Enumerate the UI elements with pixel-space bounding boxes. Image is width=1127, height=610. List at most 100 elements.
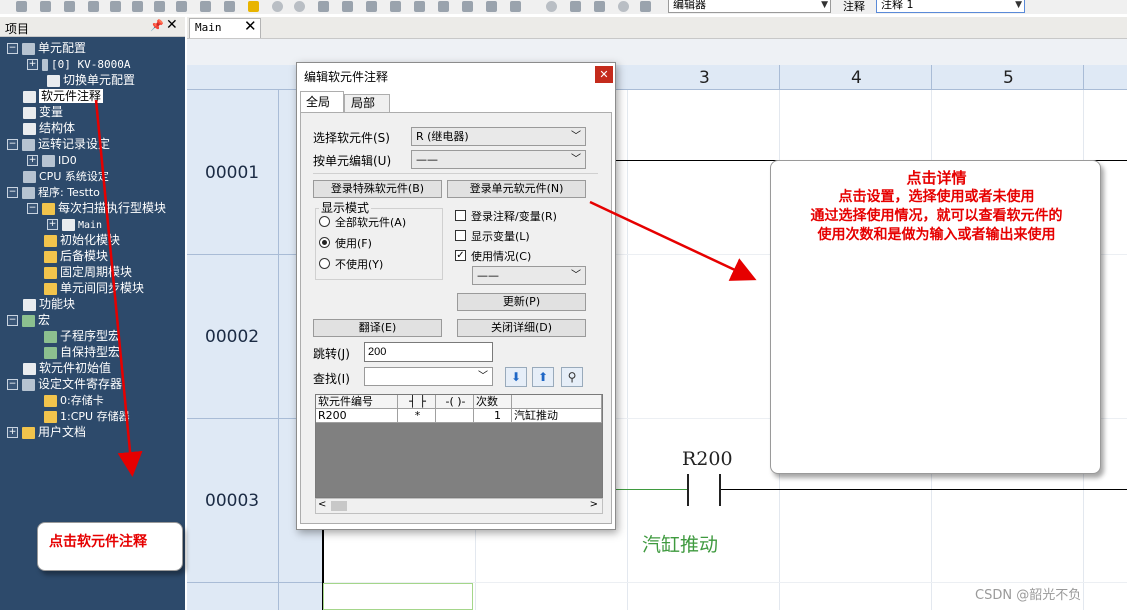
tree-item-memory-card[interactable]: 0:存储卡 (44, 392, 104, 408)
expand-icon[interactable]: + (47, 219, 58, 230)
tab-local[interactable]: 局部 (344, 94, 390, 112)
tree-item-scan-module[interactable]: − 每次扫描执行型模块 (27, 200, 166, 216)
tree-item-cpu-memory[interactable]: 1:CPU 存储器 (44, 408, 130, 424)
collapse-icon[interactable]: − (7, 43, 18, 54)
table-cell[interactable] (436, 409, 474, 423)
toolbar-tool-icon[interactable] (88, 1, 99, 12)
tree-item-unit-sync-module[interactable]: 单元间同步模块 (44, 280, 144, 296)
register-unit-device-button[interactable]: 登录单元软元件(N) (447, 180, 586, 198)
toolbar-tool-icon[interactable] (110, 1, 121, 12)
tree-item-init-module[interactable]: 初始化模块 (44, 232, 120, 248)
tree-item-device-init[interactable]: 软元件初始值 (23, 360, 111, 376)
toolbar-tool-icon[interactable] (594, 1, 605, 12)
checkbox-register-comment[interactable] (455, 210, 466, 221)
toolbar-tool-icon[interactable] (570, 1, 581, 12)
tree-item-main[interactable]: + Main (47, 216, 102, 232)
tab-global[interactable]: 全局 (300, 91, 344, 112)
toolbar-tool-icon[interactable] (132, 1, 143, 12)
tree-item-struct[interactable]: 结构体 (23, 120, 75, 136)
record-icon[interactable] (272, 1, 283, 12)
binoculars-icon[interactable]: ⚲ (561, 367, 583, 387)
step-icon[interactable] (390, 1, 401, 12)
comment-select[interactable]: 注释 1 ▼ (876, 0, 1025, 13)
tree-item-user-docs[interactable]: + 用户文档 (7, 424, 86, 440)
expand-icon[interactable]: + (7, 427, 18, 438)
scroll-right-icon[interactable]: > (590, 499, 598, 510)
close-icon[interactable]: ✕ (244, 17, 257, 35)
tree-item-function-block[interactable]: 功能块 (23, 296, 75, 312)
unit-edit-dropdown[interactable]: —— ﹀ (411, 150, 586, 169)
step-icon[interactable] (510, 1, 521, 12)
translate-button[interactable]: 翻译(E) (313, 319, 442, 337)
radio-all-devices[interactable] (319, 216, 330, 227)
scroll-left-icon[interactable]: < (318, 499, 326, 510)
contact-symbol[interactable] (687, 474, 689, 506)
toolbar-tool-icon[interactable] (16, 1, 27, 12)
tree-item-file-register[interactable]: − 设定文件寄存器 (7, 376, 122, 392)
close-icon[interactable]: ✕ (595, 66, 613, 83)
tree-item-device-comment[interactable]: 软元件注释 (23, 88, 104, 104)
tree-item-fixed-cycle-module[interactable]: 固定周期模块 (44, 264, 132, 280)
pin-icon[interactable]: 📌 (150, 19, 164, 32)
tree-item-unit-config[interactable]: − 单元配置 (7, 40, 86, 56)
collapse-icon[interactable]: − (27, 203, 38, 214)
tree-item-variable[interactable]: 变量 (23, 104, 63, 120)
select-device-dropdown[interactable]: R (继电器) ﹀ (411, 127, 586, 146)
find-down-icon[interactable]: ⬇ (505, 367, 527, 387)
expand-icon[interactable]: + (27, 59, 38, 70)
table-cell[interactable]: 1 (474, 409, 512, 423)
checkbox-usage[interactable]: ✓ (455, 250, 466, 261)
collapse-icon[interactable]: − (7, 315, 18, 326)
tree-item-macro[interactable]: − 宏 (7, 312, 50, 328)
tree-item-subroutine-macro[interactable]: 子程序型宏 (44, 328, 120, 344)
scroll-thumb[interactable] (331, 501, 347, 511)
clock-icon[interactable] (618, 1, 629, 12)
usage-dropdown[interactable]: —— ﹀ (472, 266, 586, 285)
toolbar-tool-icon[interactable] (176, 1, 187, 12)
step-icon[interactable] (414, 1, 425, 12)
tree-item-program[interactable]: − 程序: Testto (7, 184, 100, 200)
tree-item-kv8000a[interactable]: + [0] KV-8000A (27, 56, 130, 72)
collapse-icon[interactable]: − (7, 187, 18, 198)
radio-unused[interactable] (319, 258, 330, 269)
tree-item-backup-module[interactable]: 后备模块 (44, 248, 108, 264)
toolbar-tool-icon[interactable] (154, 1, 165, 12)
editor-select[interactable]: 编辑器 ▼ (668, 0, 831, 13)
toolbar-tool-icon[interactable] (40, 1, 51, 12)
record-icon[interactable] (294, 1, 305, 12)
table-cell[interactable]: * (398, 409, 436, 423)
step-icon[interactable] (486, 1, 497, 12)
expand-icon[interactable]: + (27, 155, 38, 166)
tree-item-self-hold-macro[interactable]: 自保持型宏 (44, 344, 120, 360)
find-input[interactable]: ﹀ (364, 367, 493, 386)
toolbar-tool-icon[interactable] (640, 1, 651, 12)
play-icon[interactable] (318, 1, 329, 12)
collapse-icon[interactable]: − (7, 139, 18, 150)
step-icon[interactable] (438, 1, 449, 12)
checkbox-show-variable[interactable] (455, 230, 466, 241)
jump-input[interactable] (364, 342, 493, 362)
step-icon[interactable] (462, 1, 473, 12)
collapse-icon[interactable]: − (7, 379, 18, 390)
toolbar-tool-icon[interactable] (200, 1, 211, 12)
table-cell[interactable]: 汽缸推动 (512, 409, 602, 423)
monitor-icon[interactable] (546, 1, 557, 12)
find-up-icon[interactable]: ⬆ (532, 367, 554, 387)
editor-cursor[interactable] (323, 583, 473, 610)
radio-used[interactable] (319, 237, 330, 248)
horizontal-scrollbar[interactable]: < > (315, 498, 603, 514)
toolbar-tool-icon[interactable] (64, 1, 75, 12)
table-cell[interactable]: R200 (316, 409, 398, 423)
update-button[interactable]: 更新(P) (457, 293, 586, 311)
close-icon[interactable]: ✕ (166, 17, 178, 33)
tree-item-id0[interactable]: + ID0 (27, 152, 77, 168)
contact-symbol[interactable] (719, 474, 721, 506)
warning-icon[interactable] (248, 1, 259, 12)
toolbar-tool-icon[interactable] (224, 1, 235, 12)
stop-icon[interactable] (342, 1, 353, 12)
tree-item-cpu-settings[interactable]: CPU 系统设定 (23, 168, 109, 184)
close-detail-button[interactable]: 关闭详细(D) (457, 319, 586, 337)
pause-icon[interactable] (366, 1, 377, 12)
register-special-device-button[interactable]: 登录特殊软元件(B) (313, 180, 442, 198)
tree-item-operation-record[interactable]: − 运转记录设定 (7, 136, 110, 152)
